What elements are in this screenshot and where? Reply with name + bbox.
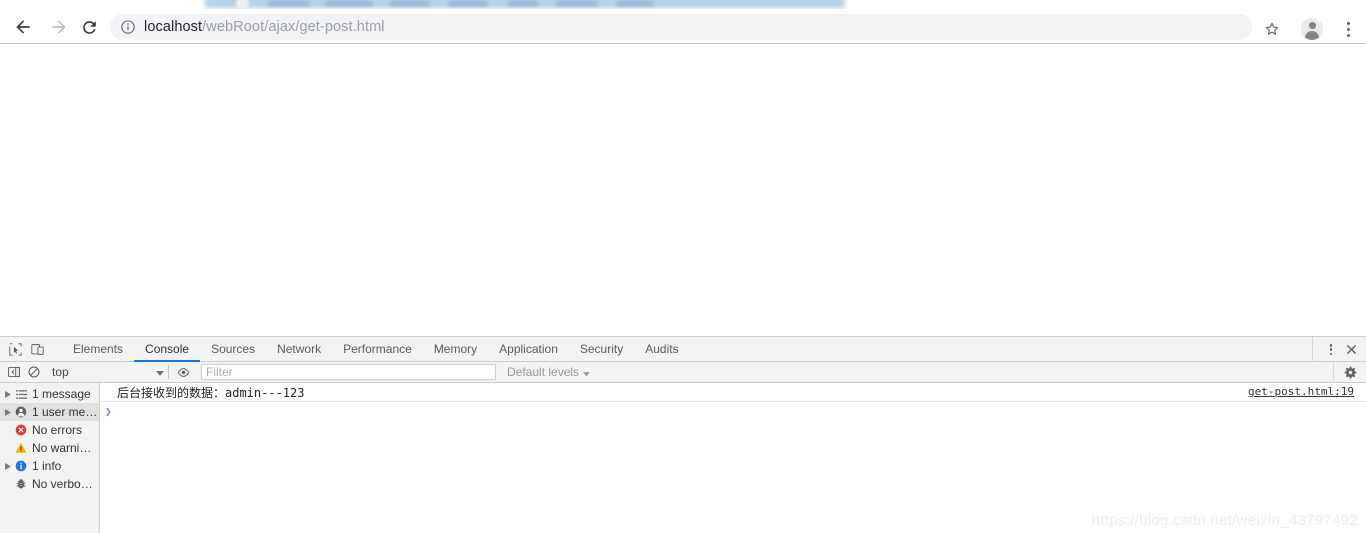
- url-path: /webRoot/ajax/get-post.html: [202, 19, 385, 35]
- devtools-panel: Elements Console Sources Network Perform…: [0, 336, 1366, 533]
- tab-strip: [0, 0, 1366, 9]
- tab-audits[interactable]: Audits: [634, 337, 689, 362]
- log-levels-value: Default levels: [507, 365, 580, 379]
- browser-toolbar: localhost/webRoot/ajax/get-post.html: [0, 9, 1366, 44]
- sidebar-item-verbose[interactable]: No verbo…: [0, 475, 99, 493]
- chevron-down-icon: [583, 365, 591, 379]
- sidebar-item-errors[interactable]: No errors: [0, 421, 99, 439]
- inspect-element-icon[interactable]: [4, 338, 26, 360]
- tab-title-ghost: [616, 1, 654, 6]
- disclosure-triangle-icon[interactable]: [2, 408, 13, 416]
- sidebar-item-label: No warni…: [32, 441, 92, 455]
- sidebar-item-warnings[interactable]: No warni…: [0, 439, 99, 457]
- tab-title-ghost: [448, 1, 488, 6]
- page-viewport: [0, 45, 1366, 336]
- avatar-icon: [1301, 18, 1323, 40]
- tab-application[interactable]: Application: [488, 337, 569, 362]
- warning-icon: [13, 442, 29, 454]
- error-icon: [13, 424, 29, 436]
- three-dots-vertical-icon: [1329, 344, 1333, 355]
- forward-button[interactable]: [45, 13, 73, 41]
- devtools-tabbar: Elements Console Sources Network Perform…: [0, 337, 1366, 362]
- browser-window: localhost/webRoot/ajax/get-post.html Ele…: [0, 0, 1366, 533]
- sidebar-item-info[interactable]: 1 info: [0, 457, 99, 475]
- url-host: localhost: [144, 19, 203, 35]
- watermark-text: https://blog.csdn.net/weixin_43797492: [1091, 512, 1358, 529]
- tab-network[interactable]: Network: [266, 337, 332, 362]
- sidebar-item-user-messages[interactable]: 1 user me…: [0, 403, 99, 421]
- tab-title-ghost: [508, 1, 538, 6]
- chrome-menu-button[interactable]: [1340, 20, 1356, 38]
- console-body: 1 message 1 user me… No errors No warni……: [0, 383, 1366, 533]
- arrow-left-icon: [16, 20, 30, 34]
- device-toolbar-icon[interactable]: [26, 338, 48, 360]
- three-dots-vertical-icon: [1346, 21, 1350, 37]
- tab-performance[interactable]: Performance: [332, 337, 423, 362]
- tab-title-ghost: [390, 1, 430, 6]
- user-message-icon: [13, 406, 29, 418]
- tab-console[interactable]: Console: [134, 337, 201, 362]
- execution-context-select[interactable]: top: [52, 363, 164, 381]
- console-messages-area[interactable]: 后台接收到的数据：admin---123 get-post.html:19 ❯ …: [100, 383, 1366, 533]
- disclosure-triangle-icon[interactable]: [2, 462, 13, 470]
- address-bar[interactable]: localhost/webRoot/ajax/get-post.html: [110, 14, 1252, 40]
- console-sidebar-toggle-icon[interactable]: [4, 362, 24, 382]
- devtools-tab-list: Elements Console Sources Network Perform…: [62, 337, 690, 362]
- console-sidebar: 1 message 1 user me… No errors No warni……: [0, 383, 100, 533]
- sidebar-item-label: 1 user me…: [32, 405, 98, 419]
- sidebar-item-label: 1 info: [32, 459, 62, 473]
- disclosure-triangle-icon[interactable]: [2, 390, 13, 398]
- reload-icon: [82, 20, 96, 34]
- log-levels-select[interactable]: Default levels: [507, 365, 591, 379]
- info-circle-icon[interactable]: [120, 19, 136, 35]
- execution-context-value: top: [52, 365, 69, 379]
- tab-title-ghost: [556, 1, 598, 6]
- console-prompt[interactable]: ❯: [100, 402, 1366, 420]
- tab-sources[interactable]: Sources: [200, 337, 266, 362]
- tab-elements[interactable]: Elements: [62, 337, 134, 362]
- tab-title-ghost: [268, 1, 310, 6]
- console-filter-input[interactable]: Filter: [201, 364, 496, 380]
- info-icon: [13, 460, 29, 472]
- sidebar-item-label: 1 message: [32, 387, 91, 401]
- address-bar-url: localhost/webRoot/ajax/get-post.html: [144, 19, 385, 35]
- chevron-down-icon: [156, 363, 164, 381]
- console-message-source-link[interactable]: get-post.html:19: [1248, 385, 1354, 398]
- sidebar-item-messages[interactable]: 1 message: [0, 385, 99, 403]
- tab-title-ghost: [325, 1, 373, 6]
- live-expression-eye-icon[interactable]: [173, 362, 193, 382]
- prompt-chevron-icon: ❯: [105, 404, 112, 418]
- tab-memory[interactable]: Memory: [423, 337, 488, 362]
- devtools-tabbar-actions: [1312, 337, 1366, 362]
- sidebar-item-label: No errors: [32, 423, 83, 437]
- profile-avatar[interactable]: [1301, 18, 1323, 40]
- list-icon: [13, 389, 29, 400]
- tab-security[interactable]: Security: [569, 337, 634, 362]
- console-message-text: 后台接收到的数据：admin---123: [117, 385, 305, 400]
- devtools-close-button[interactable]: [1341, 339, 1361, 361]
- console-settings-area: [1333, 362, 1366, 383]
- console-message-row[interactable]: 后台接收到的数据：admin---123 get-post.html:19: [100, 383, 1366, 402]
- back-button[interactable]: [9, 13, 37, 41]
- console-filter-bar: top Filter Default levels: [0, 362, 1366, 383]
- tab-favicon: [236, 0, 249, 9]
- close-icon: [1346, 344, 1356, 355]
- verbose-bug-icon: [13, 478, 29, 490]
- devtools-more-button[interactable]: [1321, 339, 1341, 361]
- arrow-right-icon: [52, 20, 66, 34]
- divider: [168, 365, 169, 379]
- sidebar-item-label: No verbo…: [32, 477, 93, 491]
- bookmark-star-icon[interactable]: [1263, 20, 1281, 38]
- console-settings-gear-icon[interactable]: [1340, 363, 1360, 383]
- reload-button[interactable]: [75, 13, 103, 41]
- clear-console-icon[interactable]: [24, 362, 44, 382]
